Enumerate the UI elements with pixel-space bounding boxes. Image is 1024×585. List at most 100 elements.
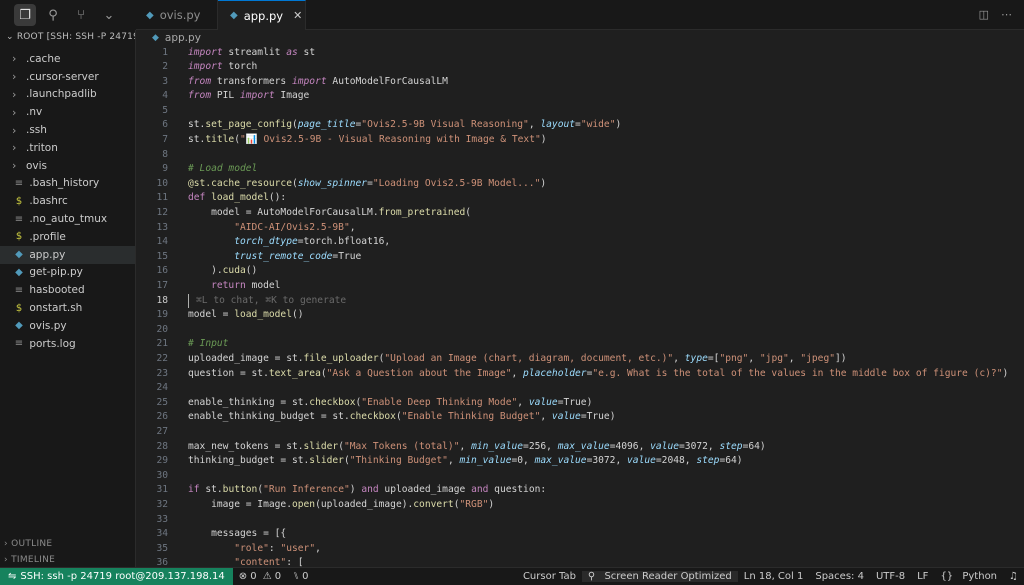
code-line[interactable]: 29 thinking_budget = st.slider("Thinking … <box>136 454 1024 469</box>
chevron-right-icon: › <box>12 52 17 66</box>
code-line[interactable]: 4 from PIL import Image <box>136 89 1024 104</box>
tree-file[interactable]: $ onstart.sh <box>0 299 135 317</box>
code-line[interactable]: 3 from transformers import AutoModelForCa… <box>136 75 1024 90</box>
code-line[interactable]: 12 model = AutoModelForCausalLM.from_pre… <box>136 206 1024 221</box>
code-line[interactable]: 32 image = Image.open(uploaded_image).co… <box>136 498 1024 513</box>
shell-file-icon: $ <box>15 231 23 243</box>
code-line[interactable]: 33 <box>136 513 1024 528</box>
python-file-icon: ◆ <box>146 9 154 21</box>
tree-folder[interactable]: › .triton <box>0 139 135 157</box>
tree-folder[interactable]: › ovis <box>0 157 135 175</box>
code-line[interactable]: 25 enable_thinking = st.checkbox("Enable … <box>136 396 1024 411</box>
code-line[interactable]: 19 model = load_model() <box>136 308 1024 323</box>
encoding-status[interactable]: UTF-8 <box>870 571 911 582</box>
cursor-tab-status[interactable]: Cursor Tab <box>517 571 582 582</box>
code-line[interactable]: 26 enable_thinking_budget = st.checkbox("… <box>136 410 1024 425</box>
tab-app-py[interactable]: ◆ app.py ✕ <box>218 0 306 30</box>
notifications-bell-icon[interactable]: ♫ <box>1003 571 1024 582</box>
outline-panel-header[interactable]: › OUTLINE <box>0 536 136 552</box>
activity-bar: ❐ ⚲ ⑂ ⌄ <box>0 0 136 30</box>
code-line[interactable]: 2 import torch <box>136 60 1024 75</box>
tree-file[interactable]: ≡ .bash_history <box>0 175 135 193</box>
code-line[interactable]: 1 import streamlit as st <box>136 46 1024 61</box>
code-line[interactable]: 27 <box>136 425 1024 440</box>
code-line[interactable]: 7 st.title("📊 Ovis2.5-9B - Visual Reasoni… <box>136 133 1024 148</box>
code-line[interactable]: 23 question = st.text_area("Ask a Questio… <box>136 367 1024 382</box>
code-line[interactable]: 14 torch_dtype=torch.bfloat16, <box>136 235 1024 250</box>
code-editor[interactable]: ◆ app.py 1 import streamlit as st 2 import … <box>136 30 1024 567</box>
code-line[interactable]: 22 uploaded_image = st.file_uploader("Upl… <box>136 352 1024 367</box>
code-line[interactable]: 31 if st.button("Run Inference") and uplo… <box>136 483 1024 498</box>
python-file-icon: ◆ <box>15 249 23 261</box>
remote-indicator[interactable]: ⇋ SSH: ssh -p 24719 root@209.137.198.14 <box>0 568 233 585</box>
tree-folder[interactable]: › .ssh <box>0 121 135 139</box>
source-control-icon[interactable]: ⑂ <box>70 4 92 26</box>
chevron-down-icon: ⌄ <box>6 32 17 42</box>
code-line[interactable]: 34 messages = [{ <box>136 527 1024 542</box>
tree-folder[interactable]: › .launchpadlib <box>0 86 135 104</box>
more-actions-icon[interactable]: ⋯ <box>1001 8 1012 21</box>
indentation-status[interactable]: Spaces: 4 <box>809 571 870 582</box>
editor-actions: ◫ ⋯ <box>979 8 1012 21</box>
close-icon[interactable]: ✕ <box>293 9 302 22</box>
split-editor-icon[interactable]: ◫ <box>979 8 989 21</box>
code-line[interactable]: 10 @st.cache_resource(show_spinner="Loadi… <box>136 177 1024 192</box>
tree-file[interactable]: ≡ ports.log <box>0 335 135 353</box>
search-icon[interactable]: ⚲ <box>42 4 64 26</box>
python-file-icon: ◆ <box>152 32 159 43</box>
cursor-position[interactable]: Ln 18, Col 1 <box>738 571 810 582</box>
tree-file-selected[interactable]: ◆ app.py <box>0 245 135 264</box>
text-file-icon: ≡ <box>14 338 24 350</box>
tree-file[interactable]: ≡ hasbooted <box>0 281 135 299</box>
braces-icon: {} <box>940 571 954 582</box>
problems-indicator[interactable]: ⊗ 0 ⚠ 0 <box>233 571 287 582</box>
chevron-right-icon: › <box>12 70 17 84</box>
ports-indicator[interactable]: ⑊ 0 <box>287 571 314 582</box>
code-area[interactable]: 1 import streamlit as st 2 import torch 3f… <box>136 46 1024 568</box>
files-icon[interactable]: ❐ <box>14 4 36 26</box>
language-mode[interactable]: {} Python <box>934 571 1003 582</box>
text-file-icon: ≡ <box>14 177 24 189</box>
tree-folder[interactable]: › .cursor-server <box>0 68 135 86</box>
code-line[interactable]: 28 max_new_tokens = st.slider("Max Tokens… <box>136 440 1024 455</box>
code-line[interactable]: 6 st.set_page_config(page_title="Ovis2.5-… <box>136 118 1024 133</box>
code-line[interactable]: 13 "AIDC-AI/Ovis2.5-9B", <box>136 221 1024 236</box>
timeline-panel-header[interactable]: › TIMELINE <box>0 552 136 568</box>
antenna-icon: ⑊ <box>293 571 300 582</box>
code-line[interactable]: 35 "role": "user", <box>136 542 1024 557</box>
eol-status[interactable]: LF <box>911 571 934 582</box>
tree-file[interactable]: ◆ get-pip.py <box>0 264 135 282</box>
code-line[interactable]: 36 "content": [ <box>136 556 1024 567</box>
code-line[interactable]: 8 <box>136 148 1024 163</box>
tree-file[interactable]: $ .profile <box>0 228 135 246</box>
code-line[interactable]: 30 <box>136 469 1024 484</box>
tab-ovis-py[interactable]: ◆ ovis.py <box>136 0 218 30</box>
code-line[interactable]: 15 trust_remote_code=True <box>136 250 1024 265</box>
text-file-icon: ≡ <box>14 284 24 296</box>
code-line[interactable]: 11 def load_model(): <box>136 191 1024 206</box>
file-tree: › .cache › .cursor-server › .launchpadlib ›… <box>0 50 135 353</box>
chevron-right-icon: › <box>12 123 17 137</box>
code-line[interactable]: 20 <box>136 323 1024 338</box>
code-line[interactable]: 5 <box>136 104 1024 119</box>
warning-icon: ⚠ <box>259 571 272 582</box>
zoom-icon: ⚲ <box>587 571 596 582</box>
shell-file-icon: $ <box>15 195 23 207</box>
tree-file[interactable]: $ .bashrc <box>0 192 135 210</box>
breadcrumb[interactable]: ◆ app.py <box>136 30 1024 45</box>
tree-file[interactable]: ≡ .no_auto_tmux <box>0 210 135 228</box>
explorer-root-header[interactable]: ⌄ ROOT [SSH: SSH -P 24719 ... <box>0 30 135 46</box>
code-line[interactable]: 21 # Input <box>136 337 1024 352</box>
code-line[interactable]: 16 ).cuda() <box>136 264 1024 279</box>
screen-reader-status[interactable]: ⚲ Screen Reader Optimized <box>581 571 738 582</box>
python-file-icon: ◆ <box>230 10 238 21</box>
tree-file[interactable]: ◆ ovis.py <box>0 317 135 335</box>
tree-folder[interactable]: › .nv <box>0 103 135 121</box>
code-line[interactable]: 9 # Load model <box>136 162 1024 177</box>
code-line[interactable]: 17 return model <box>136 279 1024 294</box>
code-line[interactable]: 24 <box>136 381 1024 396</box>
inline-chat-hint: ⌘L to chat, ⌘K to generate <box>196 294 347 306</box>
code-line-current[interactable]: 18 ⌘L to chat, ⌘K to generate <box>136 293 1024 309</box>
chevron-down-icon[interactable]: ⌄ <box>98 4 120 26</box>
tree-folder[interactable]: › .cache <box>0 50 135 68</box>
